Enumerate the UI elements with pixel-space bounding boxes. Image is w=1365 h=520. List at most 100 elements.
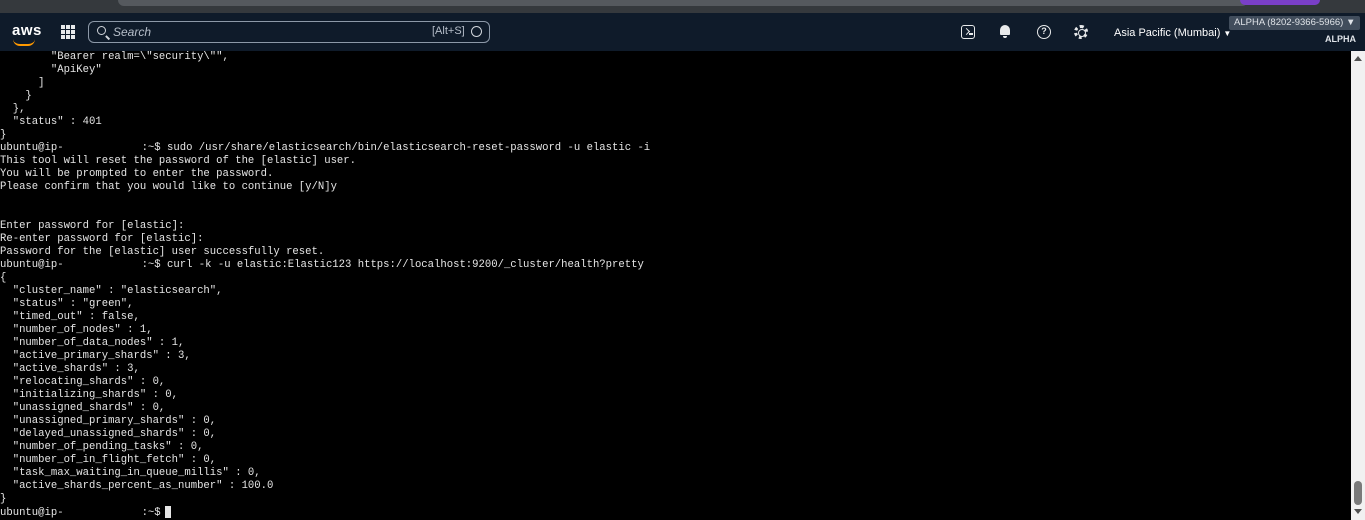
terminal-line: Password for the [elastic] user successf… [0, 246, 650, 259]
terminal-line-text: "unassigned_shards" : 0, [0, 402, 166, 414]
terminal-line: "ApiKey" [0, 64, 650, 77]
terminal-line: "active_primary_shards" : 3, [0, 350, 650, 363]
browser-tab-strip [0, 0, 1365, 13]
terminal-line-text: "cluster_name" : "elasticsearch", [0, 285, 223, 297]
terminal-line: "number_of_in_flight_fetch" : 0, [0, 454, 650, 467]
terminal-line-text: "initializing_shards" : 0, [0, 389, 179, 401]
terminal-line-text: ubuntu@ip- [0, 506, 64, 519]
scroll-up-icon[interactable] [1354, 56, 1362, 61]
terminal-line-text: "active_shards" : 3, [0, 363, 140, 375]
help-icon[interactable]: ? [1037, 25, 1051, 39]
search-input[interactable] [113, 24, 403, 40]
terminal-lines: "Bearer realm=\"security\"", "ApiKey" ] … [0, 51, 650, 519]
account-menu[interactable]: ALPHA (8202-9366-5966) ▼ [1229, 16, 1361, 30]
aws-smile-icon [13, 39, 35, 46]
redacted-hostname [63, 507, 142, 517]
terminal-line: ubuntu@ip- :~$ sudo /usr/share/elasticsea… [0, 142, 650, 155]
terminal-line-text: "status" : "green", [0, 298, 134, 310]
terminal-line-text: } [0, 129, 7, 141]
redacted-hostname [63, 142, 142, 153]
terminal-line: "Bearer realm=\"security\"", [0, 51, 650, 64]
terminal-line-text: { [0, 272, 7, 284]
scroll-down-icon[interactable] [1354, 509, 1362, 514]
terminal-line: ubuntu@ip- :~$ curl -k -u elastic:Elastic… [0, 259, 650, 272]
terminal-line: ] [0, 77, 650, 90]
bell-icon[interactable] [999, 24, 1011, 38]
terminal-line: } [0, 90, 650, 103]
terminal-line-text: "number_of_nodes" : 1, [0, 324, 153, 336]
terminal-line-text: } [0, 90, 32, 102]
terminal-line-text: "task_max_waiting_in_queue_millis" : 0, [0, 467, 261, 479]
terminal-line-text: ubuntu@ip- [0, 142, 64, 154]
terminal-line: Re-enter password for [elastic]: [0, 233, 650, 246]
terminal-line: This tool will reset the password of the… [0, 155, 650, 168]
terminal-line-text: This tool will reset the password of the… [0, 155, 357, 167]
terminal-line: "delayed_unassigned_shards" : 0, [0, 428, 650, 441]
terminal-line: "task_max_waiting_in_queue_millis" : 0, [0, 467, 650, 480]
terminal-line-text: "timed_out" : false, [0, 311, 140, 323]
search-shortcut: [Alt+S] [432, 25, 465, 37]
aws-top-navigation: aws [Alt+S] ? Asia Pacific (Mumbai)▼ ALP… [0, 13, 1365, 51]
terminal-line: } [0, 493, 650, 506]
terminal-line-text: "delayed_unassigned_shards" : 0, [0, 428, 217, 440]
prompt-command: :~$ sudo /usr/share/elasticsearch/bin/el… [141, 142, 651, 154]
terminal-line: } [0, 129, 650, 142]
terminal-line: "unassigned_primary_shards" : 0, [0, 415, 650, 428]
terminal-line-text: ubuntu@ip- [0, 259, 64, 271]
terminal-line: "unassigned_shards" : 0, [0, 402, 650, 415]
browser-profile-tab[interactable] [1240, 0, 1320, 5]
terminal-line-text: Password for the [elastic] user successf… [0, 246, 325, 258]
terminal-line: "number_of_data_nodes" : 1, [0, 337, 650, 350]
search-icon [97, 26, 106, 35]
region-selector[interactable]: Asia Pacific (Mumbai) ▼ [1114, 27, 1231, 39]
terminal-line-text: }, [0, 103, 26, 115]
search-box[interactable]: [Alt+S] [88, 21, 490, 43]
terminal-line-text: Re-enter password for [elastic]: [0, 233, 204, 245]
terminal-line-text: "active_primary_shards" : 3, [0, 350, 191, 362]
terminal-line: Please confirm that you would like to co… [0, 181, 650, 194]
terminal-line-text: "unassigned_primary_shards" : 0, [0, 415, 217, 427]
shortcut-icon [471, 26, 482, 37]
terminal-line: }, [0, 103, 650, 116]
terminal-line-text: "Bearer realm=\"security\"", [0, 51, 229, 63]
grid-icon[interactable] [61, 25, 75, 39]
redacted-hostname [63, 259, 142, 270]
aws-logo-text: aws [12, 22, 42, 39]
terminal-line-text: } [0, 493, 7, 505]
terminal-line: "active_shards" : 3, [0, 363, 650, 376]
terminal-line-text: "relocating_shards" : 0, [0, 376, 166, 388]
terminal-line: You will be prompted to enter the passwo… [0, 168, 650, 181]
terminal-line-text: "number_of_data_nodes" : 1, [0, 337, 185, 349]
terminal-line: "initializing_shards" : 0, [0, 389, 650, 402]
terminal-line-text: ] [0, 77, 45, 89]
terminal-line-text: "active_shards_percent_as_number" : 100.… [0, 480, 274, 492]
terminal-output[interactable]: "Bearer realm=\"security\"", "ApiKey" ] … [0, 51, 1351, 520]
terminal-line: Enter password for [elastic]: [0, 220, 650, 233]
terminal-line-text: Enter password for [elastic]: [0, 220, 185, 232]
terminal-cursor [164, 506, 171, 518]
terminal-line-text: "number_of_pending_tasks" : 0, [0, 441, 204, 453]
account-alias: ALPHA [1325, 34, 1356, 44]
terminal-line-text: "status" : 401 [0, 116, 102, 128]
scroll-thumb[interactable] [1354, 481, 1362, 505]
terminal-line: ubuntu@ip- :~$ [0, 506, 650, 519]
terminal-line-text: "ApiKey" [0, 64, 102, 76]
terminal-scrollbar[interactable] [1351, 51, 1365, 520]
browser-tab[interactable] [118, 0, 1248, 6]
terminal-line: "timed_out" : false, [0, 311, 650, 324]
terminal-line-text: You will be prompted to enter the passwo… [0, 168, 274, 180]
terminal-line: { [0, 272, 650, 285]
cloudshell-icon[interactable] [961, 25, 975, 39]
aws-logo[interactable]: aws [12, 22, 42, 46]
terminal-line: "number_of_pending_tasks" : 0, [0, 441, 650, 454]
gear-icon[interactable] [1074, 25, 1088, 39]
terminal-line: "number_of_nodes" : 1, [0, 324, 650, 337]
terminal-line: "cluster_name" : "elasticsearch", [0, 285, 650, 298]
terminal-line: "status" : "green", [0, 298, 650, 311]
terminal-line: "status" : 401 [0, 116, 650, 129]
prompt-command: :~$ [141, 506, 161, 519]
terminal-line: "active_shards_percent_as_number" : 100.… [0, 480, 650, 493]
prompt-command: :~$ curl -k -u elastic:Elastic123 https:… [141, 259, 644, 271]
